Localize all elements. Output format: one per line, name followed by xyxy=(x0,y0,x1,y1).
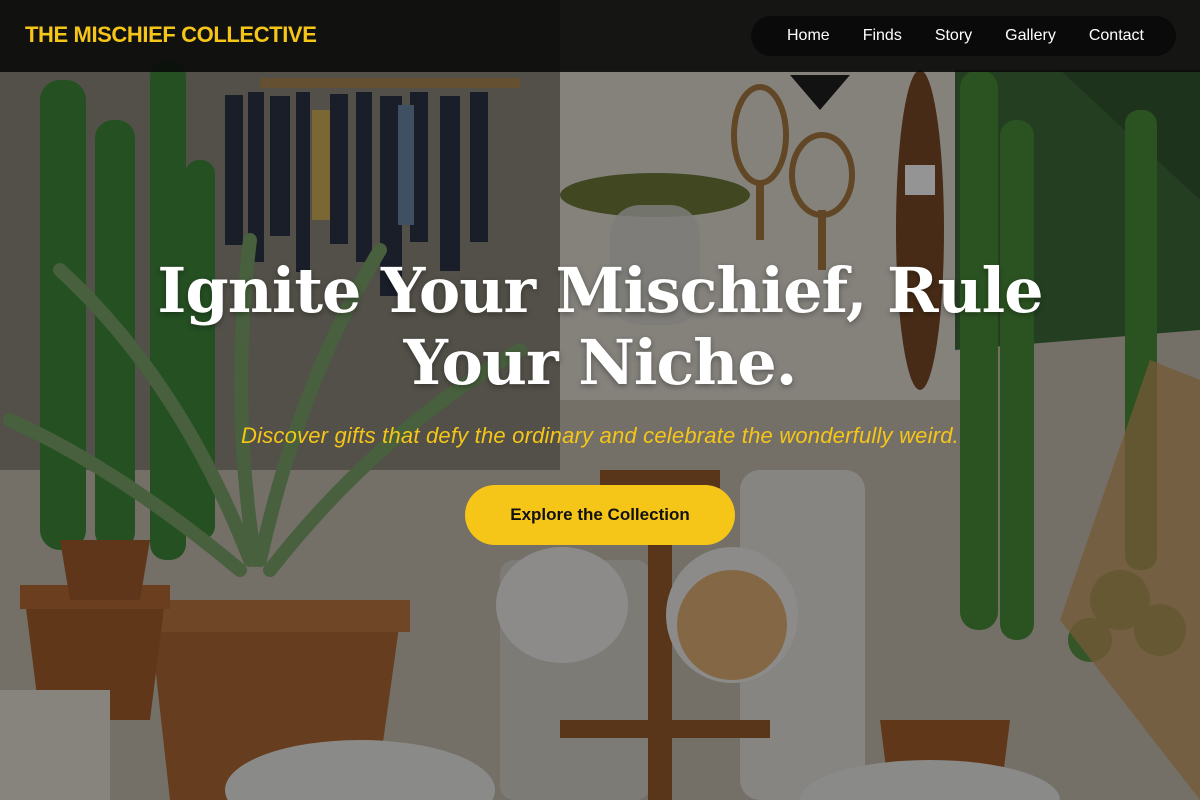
nav-link-story[interactable]: Story xyxy=(935,27,972,45)
hero-title: Ignite Your Mischief, Rule Your Niche. xyxy=(157,254,1043,399)
explore-collection-button[interactable]: Explore the Collection xyxy=(465,485,735,545)
main-nav: Home Finds Story Gallery Contact xyxy=(751,16,1176,56)
hero-subtitle: Discover gifts that defy the ordinary an… xyxy=(241,423,959,448)
nav-link-gallery[interactable]: Gallery xyxy=(1005,27,1056,45)
brand-logo-link[interactable]: THE MISCHIEF COLLECTIVE xyxy=(25,22,317,48)
nav-link-finds[interactable]: Finds xyxy=(863,27,902,45)
nav-link-home[interactable]: Home xyxy=(787,27,830,45)
top-navbar: THE MISCHIEF COLLECTIVE Home Finds Story… xyxy=(0,0,1200,72)
hero-section: Ignite Your Mischief, Rule Your Niche. D… xyxy=(0,255,1200,545)
nav-link-contact[interactable]: Contact xyxy=(1089,27,1144,45)
